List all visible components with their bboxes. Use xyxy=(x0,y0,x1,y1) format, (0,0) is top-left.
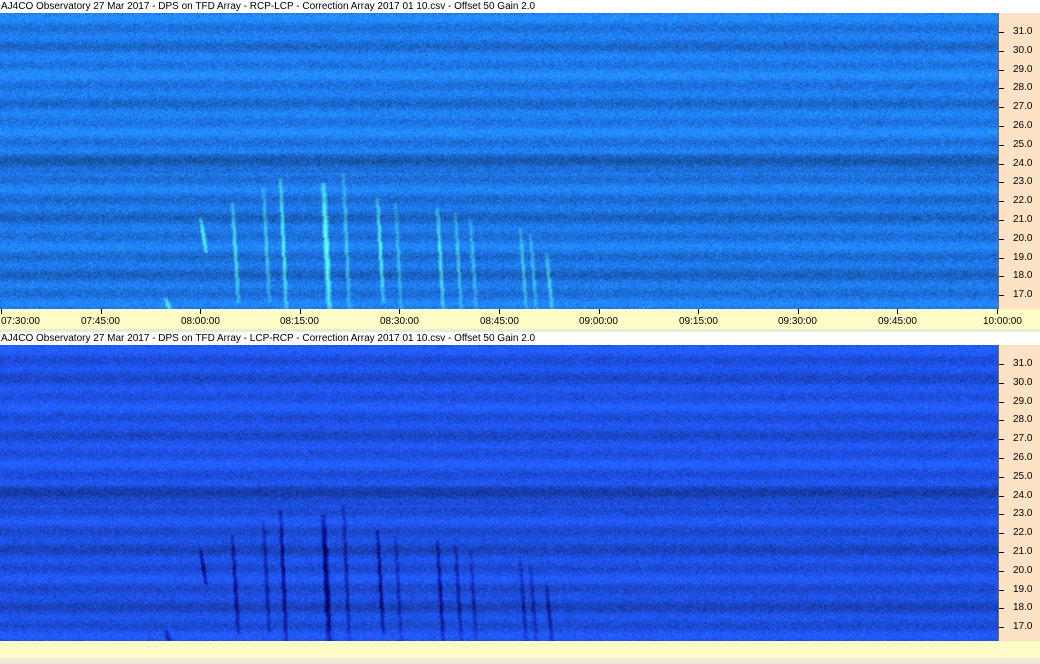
freq-tick xyxy=(999,439,1004,440)
freq-tick xyxy=(999,420,1004,421)
freq-label: 17.0 xyxy=(1013,289,1033,300)
freq-tick xyxy=(999,383,1004,384)
freq-label: 26.0 xyxy=(1013,120,1033,131)
freq-tick xyxy=(999,402,1004,403)
freq-tick xyxy=(999,126,1004,127)
time-tick xyxy=(200,309,201,314)
freq-label: 31.0 xyxy=(1013,26,1033,37)
freq-label: 21.0 xyxy=(1013,546,1033,557)
freq-label: 28.0 xyxy=(1013,82,1033,93)
time-tick xyxy=(698,309,699,314)
time-label: 08:30:00 xyxy=(380,316,419,327)
time-label: 07:30:00 xyxy=(1,316,40,327)
frequency-axis: 31.0 30.0 29.0 28.0 27.0 26.0 25.0 24.0 23.0 22.0… xyxy=(998,13,1040,309)
time-label: 10:00:00 xyxy=(983,316,1022,327)
freq-tick xyxy=(999,145,1004,146)
freq-label: 25.0 xyxy=(1013,471,1033,482)
freq-tick xyxy=(999,571,1004,572)
freq-label: 29.0 xyxy=(1013,396,1033,407)
panel-title: AJ4CO Observatory 27 Mar 2017 - DPS on T… xyxy=(0,332,1040,345)
spectrogram-image-rcp-lcp xyxy=(0,13,998,309)
freq-tick xyxy=(999,496,1004,497)
freq-label: 18.0 xyxy=(1013,602,1033,613)
freq-label: 25.0 xyxy=(1013,139,1033,150)
freq-label: 19.0 xyxy=(1013,252,1033,263)
freq-tick xyxy=(999,239,1004,240)
freq-label: 24.0 xyxy=(1013,490,1033,501)
freq-tick xyxy=(999,276,1004,277)
freq-tick xyxy=(999,70,1004,71)
freq-tick xyxy=(999,88,1004,89)
freq-label: 30.0 xyxy=(1013,45,1033,56)
frequency-axis: 31.0 30.0 29.0 28.0 27.0 26.0 25.0 24.0 23.0 22.0… xyxy=(998,345,1040,641)
time-label: 07:45:00 xyxy=(81,316,120,327)
panel-title: AJ4CO Observatory 27 Mar 2017 - DPS on T… xyxy=(0,0,1040,13)
time-tick xyxy=(399,309,400,314)
freq-label: 20.0 xyxy=(1013,233,1033,244)
time-tick xyxy=(897,309,898,314)
freq-tick xyxy=(999,201,1004,202)
freq-label: 18.0 xyxy=(1013,270,1033,281)
time-axis xyxy=(0,641,1040,658)
freq-tick xyxy=(999,458,1004,459)
freq-label: 30.0 xyxy=(1013,377,1033,388)
freq-tick xyxy=(999,220,1004,221)
freq-label: 22.0 xyxy=(1013,527,1033,538)
freq-label: 24.0 xyxy=(1013,158,1033,169)
freq-label: 17.0 xyxy=(1013,621,1033,632)
freq-tick xyxy=(999,590,1004,591)
time-tick xyxy=(300,309,301,314)
freq-tick xyxy=(999,477,1004,478)
freq-tick xyxy=(999,51,1004,52)
time-label: 09:00:00 xyxy=(579,316,618,327)
freq-label: 23.0 xyxy=(1013,508,1033,519)
freq-label: 27.0 xyxy=(1013,101,1033,112)
freq-label: 26.0 xyxy=(1013,452,1033,463)
freq-tick xyxy=(999,608,1004,609)
freq-tick xyxy=(999,627,1004,628)
freq-tick xyxy=(999,533,1004,534)
freq-label: 29.0 xyxy=(1013,64,1033,75)
time-label: 08:45:00 xyxy=(480,316,519,327)
time-tick xyxy=(599,309,600,314)
freq-tick xyxy=(999,164,1004,165)
freq-label: 27.0 xyxy=(1013,433,1033,444)
freq-tick xyxy=(999,295,1004,296)
freq-label: 31.0 xyxy=(1013,358,1033,369)
freq-tick xyxy=(999,182,1004,183)
freq-label: 21.0 xyxy=(1013,214,1033,225)
time-axis: 07:30:00 07:45:00 08:00:00 08:15:00 08:30:00… xyxy=(0,309,1040,329)
spectrogram-panel-bottom: AJ4CO Observatory 27 Mar 2017 - DPS on T… xyxy=(0,332,1040,664)
freq-tick xyxy=(999,552,1004,553)
time-label: 09:15:00 xyxy=(679,316,718,327)
spectrogram-image-lcp-rcp xyxy=(0,345,998,641)
freq-tick xyxy=(999,364,1004,365)
time-label: 08:15:00 xyxy=(280,316,319,327)
freq-tick xyxy=(999,107,1004,108)
time-tick xyxy=(101,309,102,314)
spectrogram-panel-top: AJ4CO Observatory 27 Mar 2017 - DPS on T… xyxy=(0,0,1040,332)
freq-label: 22.0 xyxy=(1013,195,1033,206)
time-label: 09:30:00 xyxy=(778,316,817,327)
freq-label: 23.0 xyxy=(1013,176,1033,187)
time-tick xyxy=(798,309,799,314)
freq-label: 19.0 xyxy=(1013,584,1033,595)
freq-tick xyxy=(999,514,1004,515)
time-tick xyxy=(997,309,998,314)
time-tick xyxy=(499,309,500,314)
time-label: 09:45:00 xyxy=(878,316,917,327)
freq-tick xyxy=(999,258,1004,259)
time-label: 08:00:00 xyxy=(181,316,220,327)
freq-tick xyxy=(999,32,1004,33)
time-tick xyxy=(1,309,2,314)
freq-label: 28.0 xyxy=(1013,414,1033,425)
freq-label: 20.0 xyxy=(1013,565,1033,576)
